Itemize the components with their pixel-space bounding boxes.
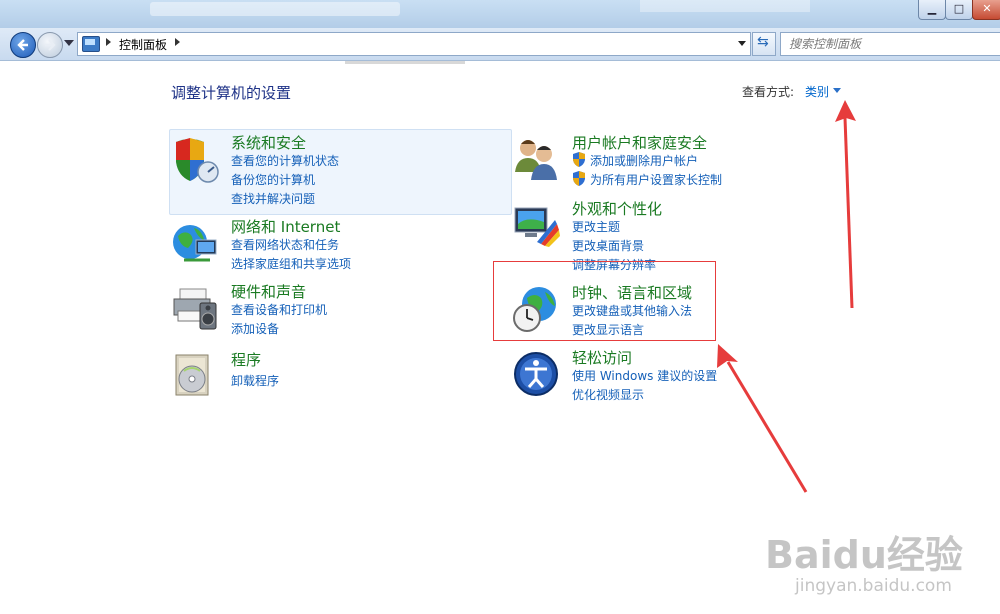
- watermark-url: jingyan.baidu.com: [795, 576, 952, 596]
- annotation-arrow-to-box: [717, 344, 808, 493]
- watermark-logo: Baidu经验: [765, 533, 963, 577]
- annotation-arrow-up: [835, 100, 856, 309]
- annotation-arrows: [717, 100, 856, 493]
